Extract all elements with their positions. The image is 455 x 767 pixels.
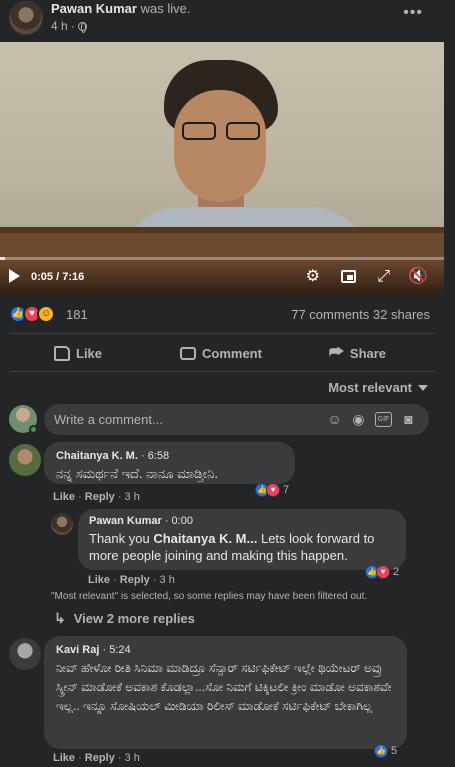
comment-text: ನನ್ನ ಸಮರ್ಥನೆ ಇದೆ. ನಾನೂ ಮಾಡ್ತೀನಿ. — [56, 466, 218, 481]
online-status-indicator — [29, 425, 38, 434]
reply-author-avatar[interactable] — [51, 513, 73, 535]
chevron-down-icon — [418, 384, 428, 391]
comment-reactions[interactable]: 👍 ♥ 7 — [255, 482, 289, 498]
like-button[interactable]: Like — [54, 342, 102, 364]
reply-like-link[interactable]: Like — [88, 574, 110, 586]
play-icon[interactable] — [9, 269, 20, 283]
reaction-count[interactable]: 181 — [66, 307, 88, 322]
comment-reply-link[interactable]: Reply — [85, 491, 115, 503]
post-time: 4 h · — [51, 19, 87, 33]
comment-header: Chaitanya K. M. · 6:58 — [56, 450, 283, 462]
comment-reaction-count: 5 — [391, 745, 398, 757]
thumbs-up-icon — [54, 345, 70, 361]
comments-count[interactable]: 77 comments — [291, 307, 369, 322]
video-progress-fill — [0, 257, 6, 260]
author-line: Pawan Kumar was live. — [51, 1, 190, 16]
comment-actions: Like · Reply · 3 h — [53, 752, 140, 764]
reply-bubble: Pawan Kumar · 0:00 Thank you Chaitanya K… — [78, 509, 406, 570]
love-reaction-icon: ♥ — [376, 565, 390, 579]
speech-bubble-icon — [180, 346, 196, 360]
glasses-left — [182, 122, 216, 140]
comment-bubble: Chaitanya K. M. · 6:58 ನನ್ನ ಸಮರ್ಥನೆ ಇದೆ.… — [44, 442, 295, 484]
comment-like-link[interactable]: Like — [53, 752, 75, 764]
post-action-text: was live. — [140, 1, 191, 16]
like-reaction-icon: 👍 — [374, 744, 388, 758]
comment-button[interactable]: Comment — [180, 342, 262, 364]
comments-shares-counts: 77 comments 32 shares — [291, 307, 430, 322]
haha-reaction-icon: ☺ — [37, 305, 55, 323]
commenter-avatar[interactable] — [9, 638, 41, 670]
comment-input[interactable]: Write a comment... ☺ ◉ GIF ◙ — [44, 404, 429, 435]
reply-header: Pawan Kumar · 0:00 — [89, 515, 395, 527]
author-avatar[interactable] — [9, 1, 43, 35]
muted-speaker-icon[interactable]: 🔇 — [408, 269, 428, 285]
divider — [10, 333, 435, 334]
reply-author[interactable]: Pawan Kumar — [89, 515, 162, 527]
video-progress-bar[interactable] — [0, 257, 444, 260]
reply-reply-link[interactable]: Reply — [120, 574, 150, 586]
comment-reaction-count: 7 — [283, 484, 290, 496]
reply-actions: Like · Reply · 3 h — [88, 574, 175, 586]
shares-count[interactable]: 32 shares — [373, 307, 430, 322]
sort-label: Most relevant — [328, 380, 412, 395]
emoji-icon[interactable]: ☺ — [326, 411, 343, 428]
reaction-icons[interactable]: 👍 ♥ ☺ — [9, 305, 55, 323]
comment-label: Comment — [202, 345, 262, 361]
comment-text: ನೀವ್ ಹೇಳೋ ರೀತಿ ಸಿನಿಮಾ ಮಾಡಿದ್ರೂ ಸೆನ್ಸಾರ್ … — [56, 661, 392, 713]
post-header: Pawan Kumar was live. 4 h · ••• — [0, 0, 455, 40]
reply-arrow-icon: ↳ — [54, 610, 66, 626]
comment-input-placeholder: Write a comment... — [54, 412, 163, 427]
author-name[interactable]: Pawan Kumar — [51, 1, 137, 16]
post-time-text[interactable]: 4 h — [51, 19, 68, 33]
comment-age[interactable]: 3 h — [125, 752, 140, 764]
like-label: Like — [76, 345, 103, 361]
share-label: Share — [349, 345, 387, 361]
comment-author[interactable]: Chaitanya K. M. — [56, 450, 138, 462]
comment-time: · 6:58 — [140, 450, 170, 462]
share-arrow-icon: ⮫ — [329, 344, 344, 361]
view-more-replies-label: View 2 more replies — [73, 611, 195, 626]
fullscreen-icon[interactable]: ⤢ — [377, 269, 390, 285]
share-button[interactable]: ⮫ Share — [329, 342, 386, 364]
view-more-replies-link[interactable]: ↳ View 2 more replies — [54, 610, 195, 627]
filter-note: "Most relevant" is selected, so some rep… — [51, 591, 368, 602]
comment-bubble: Kavi Raj · 5:24 ನೀವ್ ಹೇಳೋ ರೀತಿ ಸಿನಿಮಾ ಮಾ… — [44, 636, 407, 749]
divider — [10, 371, 435, 372]
globe-icon — [77, 21, 87, 33]
comment-author[interactable]: Kavi Raj — [56, 644, 99, 656]
comment-time: · 5:24 — [102, 644, 131, 656]
comment-reactions[interactable]: 👍 5 — [374, 743, 397, 759]
gif-icon[interactable]: GIF — [375, 412, 392, 427]
reply-text: Thank you Chaitanya K. M... Lets look fo… — [89, 531, 375, 563]
camera-icon[interactable]: ◉ — [350, 411, 367, 428]
reactions-summary: 👍 ♥ ☺ 181 77 comments 32 shares — [0, 304, 445, 326]
reply-reactions[interactable]: 👍 ♥ 2 — [365, 564, 399, 580]
glasses-right — [226, 122, 260, 140]
comment-header: Kavi Raj · 5:24 — [56, 644, 395, 656]
mention-link[interactable]: Chaitanya K. M... — [153, 531, 257, 546]
sticker-icon[interactable]: ◙ — [400, 411, 417, 428]
commenter-avatar[interactable] — [9, 444, 41, 476]
comment-actions: Like · Reply · 3 h — [53, 491, 140, 503]
video-time-readout: 0:05 / 7:16 — [31, 271, 85, 283]
reply-time: · 0:00 — [164, 515, 193, 527]
comment-like-link[interactable]: Like — [53, 491, 75, 503]
live-video[interactable]: 0:05 / 7:16 ⚙ ⤢ 🔇 — [0, 42, 444, 294]
picture-in-picture-icon[interactable] — [341, 270, 356, 283]
reply-age[interactable]: 3 h — [160, 574, 175, 586]
comment-reply-link[interactable]: Reply — [85, 752, 115, 764]
video-subject-face — [174, 90, 266, 202]
comment-sort-dropdown[interactable]: Most relevant — [328, 380, 428, 395]
more-horizontal-icon[interactable]: ••• — [403, 4, 423, 22]
settings-gear-icon[interactable]: ⚙ — [306, 269, 320, 285]
comment-age[interactable]: 3 h — [125, 491, 140, 503]
reply-reaction-count: 2 — [393, 566, 400, 578]
love-reaction-icon: ♥ — [266, 483, 280, 497]
